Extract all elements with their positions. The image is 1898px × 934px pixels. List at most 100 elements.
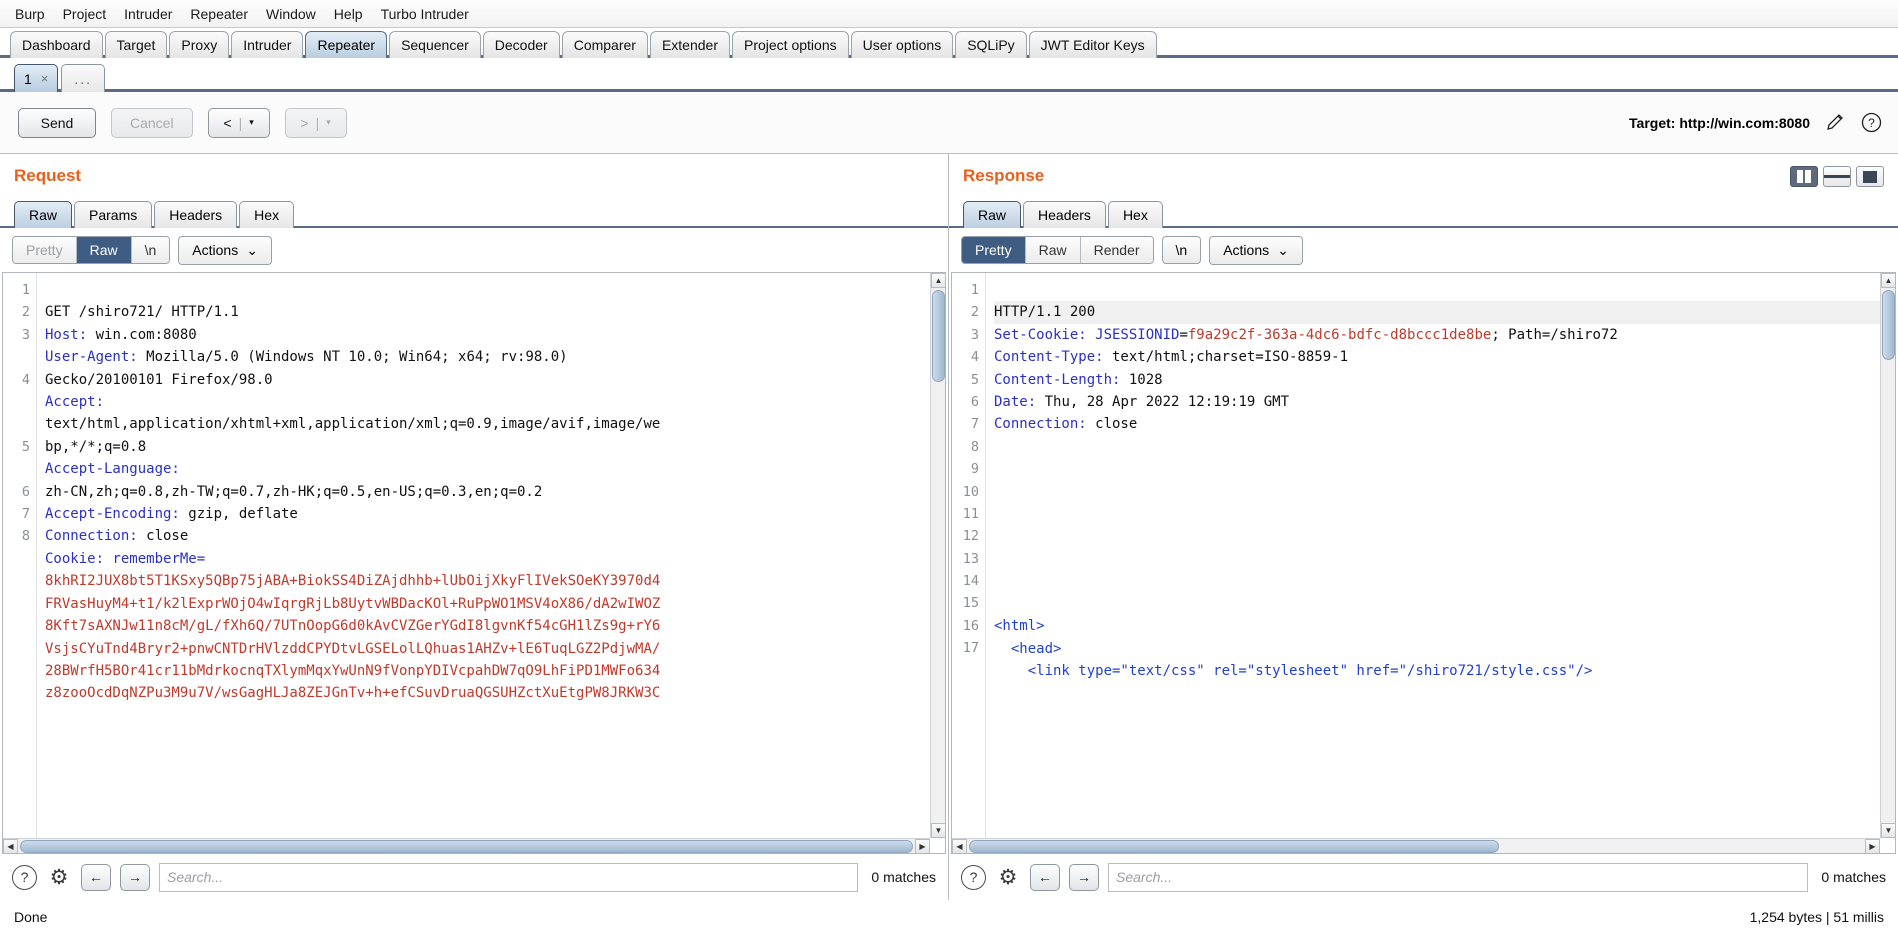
menu-item-project[interactable]: Project	[54, 3, 116, 25]
request-header-name: User-Agent:	[45, 349, 138, 366]
response-line: <head>	[994, 638, 1895, 660]
response-search-input[interactable]: Search...	[1108, 862, 1809, 892]
scroll-up-icon[interactable]: ▲	[1881, 273, 1895, 288]
repeater-tab-add[interactable]: ...	[61, 64, 106, 92]
line-number	[3, 615, 36, 637]
split-view-icon[interactable]	[1790, 166, 1818, 187]
line-number: 7	[21, 505, 30, 522]
tab-extender[interactable]: Extender	[649, 31, 730, 58]
request-horizontal-scrollbar[interactable]: ◀ ▶	[3, 838, 930, 853]
help-icon[interactable]: ?	[1860, 112, 1882, 134]
search-next-button[interactable]: →	[120, 863, 150, 891]
single-view-icon[interactable]	[1856, 166, 1884, 187]
request-raw-button[interactable]: Raw	[76, 237, 132, 263]
chevron-down-icon[interactable]: ▾	[326, 117, 331, 128]
tab-sequencer[interactable]: Sequencer	[389, 31, 481, 58]
back-button[interactable]: < | ▾	[207, 107, 270, 138]
scrollbar-thumb[interactable]	[932, 290, 945, 382]
scrollbar-thumb[interactable]	[969, 840, 1499, 853]
send-button[interactable]: Send	[18, 107, 96, 138]
scroll-left-icon[interactable]: ◀	[3, 839, 18, 853]
tab-decoder[interactable]: Decoder	[482, 31, 560, 58]
request-tab-raw[interactable]: Raw	[14, 201, 73, 228]
tab-intruder[interactable]: Intruder	[231, 31, 304, 58]
help-icon[interactable]: ?	[961, 864, 986, 890]
tab-target[interactable]: Target	[104, 31, 168, 58]
request-match-count: 0 matches	[871, 869, 936, 885]
scroll-right-icon[interactable]: ▶	[1865, 839, 1880, 853]
request-newline-button[interactable]: \n	[131, 237, 170, 263]
request-vertical-scrollbar[interactable]: ▲ ▼	[930, 273, 945, 838]
tab-jwt-editor-keys[interactable]: JWT Editor Keys	[1028, 31, 1157, 58]
response-editor[interactable]: 1 2 3 4 5 6 7 8 9 10 11 12 13 14 15 16 1	[951, 272, 1896, 854]
response-line: <link type="text/css" rel="stylesheet" h…	[994, 660, 1895, 682]
response-line	[994, 548, 1895, 570]
request-tab-params[interactable]: Params	[74, 201, 153, 228]
response-raw-button[interactable]: Raw	[1025, 237, 1081, 263]
request-actions-button[interactable]: Actions ⌄	[178, 235, 272, 265]
scroll-down-icon[interactable]: ▼	[1881, 823, 1895, 838]
menu-item-help[interactable]: Help	[325, 3, 372, 25]
cancel-button[interactable]: Cancel	[111, 107, 193, 138]
response-html-link-tag: <link type="text/css" rel="stylesheet" h…	[994, 662, 1593, 679]
response-tab-headers[interactable]: Headers	[1023, 201, 1106, 228]
help-icon[interactable]: ?	[12, 864, 37, 890]
request-header-name: Host:	[45, 326, 88, 343]
scrollbar-thumb[interactable]	[1882, 290, 1895, 360]
response-tab-hex[interactable]: Hex	[1107, 201, 1163, 228]
line-number	[3, 592, 36, 614]
scroll-up-icon[interactable]: ▲	[931, 273, 945, 288]
response-line: Set-Cookie: JSESSIONID=f9a29c2f-363a-4dc…	[994, 324, 1895, 346]
response-tab-raw[interactable]: Raw	[963, 201, 1022, 228]
request-editor[interactable]: 1 2 3 4 5 6 7 8 GET /shiro721/ HTTP/1.1 …	[2, 272, 946, 854]
request-tab-headers[interactable]: Headers	[154, 201, 238, 228]
gear-icon[interactable]: ⚙	[46, 864, 72, 890]
menu-item-burp[interactable]: Burp	[6, 3, 54, 25]
status-bar: Done 1,254 bytes | 51 millis	[0, 900, 1898, 934]
response-horizontal-scrollbar[interactable]: ◀ ▶	[952, 838, 1880, 853]
action-toolbar: Send Cancel < | ▾ > | ▾ Target: http://w…	[0, 92, 1898, 154]
close-icon[interactable]: ×	[41, 71, 49, 86]
request-pretty-button[interactable]: Pretty	[13, 237, 77, 263]
tab-dashboard[interactable]: Dashboard	[10, 31, 103, 58]
response-newline-button[interactable]: \n	[1161, 236, 1202, 264]
scroll-down-icon[interactable]: ▼	[931, 823, 945, 838]
line-number	[3, 391, 36, 413]
response-actions-button[interactable]: Actions ⌄	[1209, 235, 1303, 265]
menu-item-window[interactable]: Window	[257, 3, 325, 25]
response-vertical-scrollbar[interactable]: ▲ ▼	[1880, 273, 1895, 838]
equals-sign: =	[1179, 326, 1188, 343]
line-number: 12	[962, 528, 979, 545]
scroll-left-icon[interactable]: ◀	[952, 839, 967, 853]
tab-user-options[interactable]: User options	[850, 31, 954, 58]
search-prev-button[interactable]: ←	[1030, 863, 1060, 891]
response-pretty-button[interactable]: Pretty	[962, 237, 1026, 263]
request-response-panes: Request Raw Params Headers Hex Pretty Ra…	[0, 154, 1898, 900]
search-next-button[interactable]: →	[1069, 863, 1099, 891]
tab-sqlipy[interactable]: SQLiPy	[955, 31, 1027, 58]
menu-item-intruder[interactable]: Intruder	[115, 3, 181, 25]
tab-project-options[interactable]: Project options	[732, 31, 849, 58]
repeater-tab-1[interactable]: 1 ×	[14, 64, 59, 92]
scroll-right-icon[interactable]: ▶	[915, 839, 930, 853]
chevron-down-icon: ⌄	[246, 241, 258, 258]
response-render-button[interactable]: Render	[1080, 237, 1153, 263]
rows-view-icon[interactable]	[1823, 166, 1851, 187]
menu-item-repeater[interactable]: Repeater	[181, 3, 257, 25]
chevron-down-icon[interactable]: ▾	[249, 117, 254, 128]
response-body-text[interactable]: HTTP/1.1 200 Set-Cookie: JSESSIONID=f9a29…	[986, 273, 1895, 853]
tab-comparer[interactable]: Comparer	[561, 31, 648, 58]
tab-repeater[interactable]: Repeater	[305, 31, 388, 58]
request-editor-toolbar: Pretty Raw \n Actions ⌄	[0, 228, 948, 272]
menu-item-turbo-intruder[interactable]: Turbo Intruder	[372, 3, 478, 25]
request-tab-hex[interactable]: Hex	[239, 201, 295, 228]
forward-button[interactable]: > | ▾	[284, 107, 347, 138]
pencil-icon[interactable]	[1824, 112, 1846, 134]
request-line: zh-CN,zh;q=0.8,zh-TW;q=0.7,zh-HK;q=0.5,e…	[45, 481, 945, 503]
gear-icon[interactable]: ⚙	[995, 864, 1021, 890]
search-prev-button[interactable]: ←	[81, 863, 111, 891]
request-search-input[interactable]: Search...	[159, 862, 859, 892]
request-body-text[interactable]: GET /shiro721/ HTTP/1.1 Host: win.com:808…	[37, 273, 945, 853]
scrollbar-thumb[interactable]	[20, 840, 913, 853]
tab-proxy[interactable]: Proxy	[169, 31, 230, 58]
